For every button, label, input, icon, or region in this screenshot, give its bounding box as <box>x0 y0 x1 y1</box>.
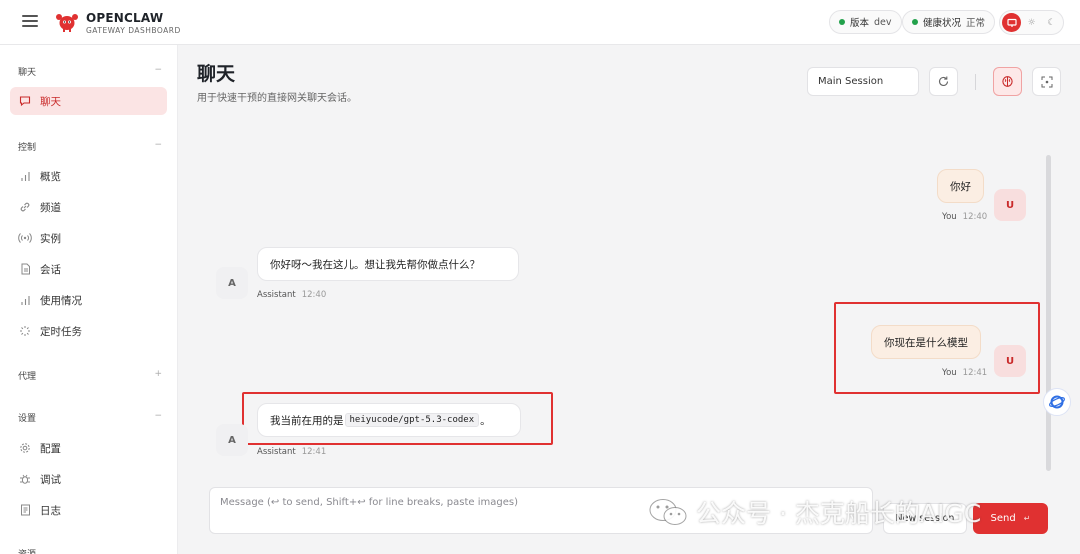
expand-icon: + <box>154 369 162 379</box>
model-code-span: heiyucode/gpt-5.3-codex <box>344 413 480 427</box>
log-icon <box>18 503 32 517</box>
menu-icon[interactable] <box>22 14 38 28</box>
section-settings[interactable]: 设置 − <box>18 411 162 424</box>
floating-assistant-button[interactable] <box>1043 388 1071 416</box>
assistant-message-bubble: 你好呀～我在这儿。想让我先帮你做点什么？ <box>257 247 519 281</box>
sidebar-item-debug[interactable]: 调试 <box>10 465 167 493</box>
orbit-icon <box>1049 395 1065 409</box>
bar-chart-icon <box>18 169 32 183</box>
collapse-icon: − <box>154 65 162 75</box>
wechat-icon <box>649 499 687 525</box>
send-button[interactable]: Send ↵ <box>973 503 1048 534</box>
bug-icon <box>18 472 32 486</box>
sun-icon[interactable]: ☼ <box>1022 13 1041 32</box>
user-message-bubble: 你好 <box>937 169 984 203</box>
sidebar-item-label: 频道 <box>40 201 61 214</box>
user-avatar: U <box>994 345 1026 377</box>
gear-icon <box>18 441 32 455</box>
message-meta: Assistant 12:41 <box>257 447 326 457</box>
sidebar-item-overview[interactable]: 概览 <box>10 162 167 190</box>
message-meta: You 12:40 <box>942 212 987 222</box>
chat-icon <box>18 94 32 108</box>
section-chat[interactable]: 聊天 − <box>18 65 162 78</box>
spinner-icon <box>18 324 32 338</box>
broadcast-icon <box>18 231 32 245</box>
document-icon <box>18 262 32 276</box>
sidebar-item-label: 使用情况 <box>40 294 82 307</box>
sidebar-item-label: 概览 <box>40 170 61 183</box>
collapse-icon: − <box>154 411 162 421</box>
health-value: 正常 <box>966 18 986 29</box>
enter-key-icon: ↵ <box>1023 514 1031 523</box>
section-resources[interactable]: 资源 <box>18 547 162 554</box>
message-sender: Assistant <box>257 447 296 457</box>
sidebar-item-label: 聊天 <box>40 95 61 108</box>
focus-mode-button[interactable] <box>1032 67 1061 96</box>
brand-title: OPENCLAW <box>86 11 164 25</box>
refresh-button[interactable] <box>929 67 958 96</box>
version-value: dev <box>874 16 892 28</box>
message-time: 12:40 <box>301 290 327 300</box>
sidebar-item-label: 配置 <box>40 442 61 455</box>
message-text: 我当前在用的是 <box>270 414 344 427</box>
monitor-icon[interactable] <box>1002 13 1021 32</box>
version-label: 版本 <box>850 18 870 29</box>
message-sender: You <box>942 212 957 222</box>
sidebar-item-channels[interactable]: 频道 <box>10 193 167 221</box>
moon-icon[interactable]: ☾ <box>1042 13 1061 32</box>
message-meta: You 12:41 <box>942 368 987 378</box>
link-icon <box>18 200 32 214</box>
sidebar-item-config[interactable]: 配置 <box>10 434 167 462</box>
section-control[interactable]: 控制 − <box>18 140 162 153</box>
watermark-text: 公众号 · 杰克船长的AIGC <box>696 499 982 528</box>
watermark: 公众号 · 杰克船长的AIGC <box>648 494 981 530</box>
assistant-avatar: A <box>216 267 248 299</box>
message-sender: Assistant <box>257 290 296 300</box>
collapse-icon: − <box>154 140 162 150</box>
message-time: 12:41 <box>962 368 988 378</box>
top-bar: OPENCLAW GATEWAY DASHBOARD 版本 dev 健康状况 正… <box>0 0 1080 45</box>
message-meta: Assistant 12:40 <box>257 290 326 300</box>
health-badge: 健康状况 正常 <box>902 10 996 34</box>
sidebar-item-label: 定时任务 <box>40 325 82 338</box>
user-message-bubble: 你现在是什么模型 <box>871 325 981 359</box>
sidebar-item-sessions[interactable]: 会话 <box>10 255 167 283</box>
message-sender: You <box>942 368 957 378</box>
theme-switcher: ☼ ☾ <box>999 10 1064 35</box>
sidebar-item-usage[interactable]: 使用情况 <box>10 286 167 314</box>
sidebar-item-logs[interactable]: 日志 <box>10 496 167 524</box>
assistant-message-bubble: 我当前在用的是 heiyucode/gpt-5.3-codex 。 <box>257 403 521 437</box>
version-badge: 版本 dev <box>829 10 902 34</box>
lobster-logo-icon <box>56 14 78 32</box>
message-time: 12:41 <box>301 447 327 457</box>
brand-subtitle: GATEWAY DASHBOARD <box>86 26 181 35</box>
send-label: Send <box>990 513 1016 524</box>
sidebar-item-chat[interactable]: 聊天 <box>10 87 167 115</box>
user-avatar: U <box>994 189 1026 221</box>
session-selector[interactable]: Main Session <box>807 67 919 96</box>
health-label: 健康状况 <box>923 18 962 29</box>
status-dot-icon <box>912 19 918 25</box>
sidebar-item-label: 实例 <box>40 232 61 245</box>
sidebar-item-label: 日志 <box>40 504 61 517</box>
section-agents[interactable]: 代理 + <box>18 369 162 382</box>
sidebar-item-label: 调试 <box>40 473 61 486</box>
message-text: 。 <box>480 414 491 427</box>
status-dot-icon <box>839 19 845 25</box>
page-title: 聊天 <box>197 63 236 85</box>
page-subtitle: 用于快速干预的直接网关聊天会话。 <box>197 93 357 104</box>
message-time: 12:40 <box>962 212 988 222</box>
bar-chart-icon <box>18 293 32 307</box>
sidebar-item-cron[interactable]: 定时任务 <box>10 317 167 345</box>
sidebar: 聊天 − 聊天 控制 − 概览 频道 实例 会话 使用情况 定时任务 代理 + … <box>0 45 178 554</box>
brain-icon <box>1002 76 1013 87</box>
sidebar-item-instances[interactable]: 实例 <box>10 224 167 252</box>
toolbar-divider <box>975 74 976 90</box>
sidebar-item-label: 会话 <box>40 263 61 276</box>
focus-icon <box>1041 76 1052 87</box>
chat-scrollbar[interactable] <box>1046 155 1051 471</box>
thinking-toggle-button[interactable] <box>993 67 1022 96</box>
assistant-avatar: A <box>216 424 248 456</box>
refresh-icon <box>938 76 949 86</box>
